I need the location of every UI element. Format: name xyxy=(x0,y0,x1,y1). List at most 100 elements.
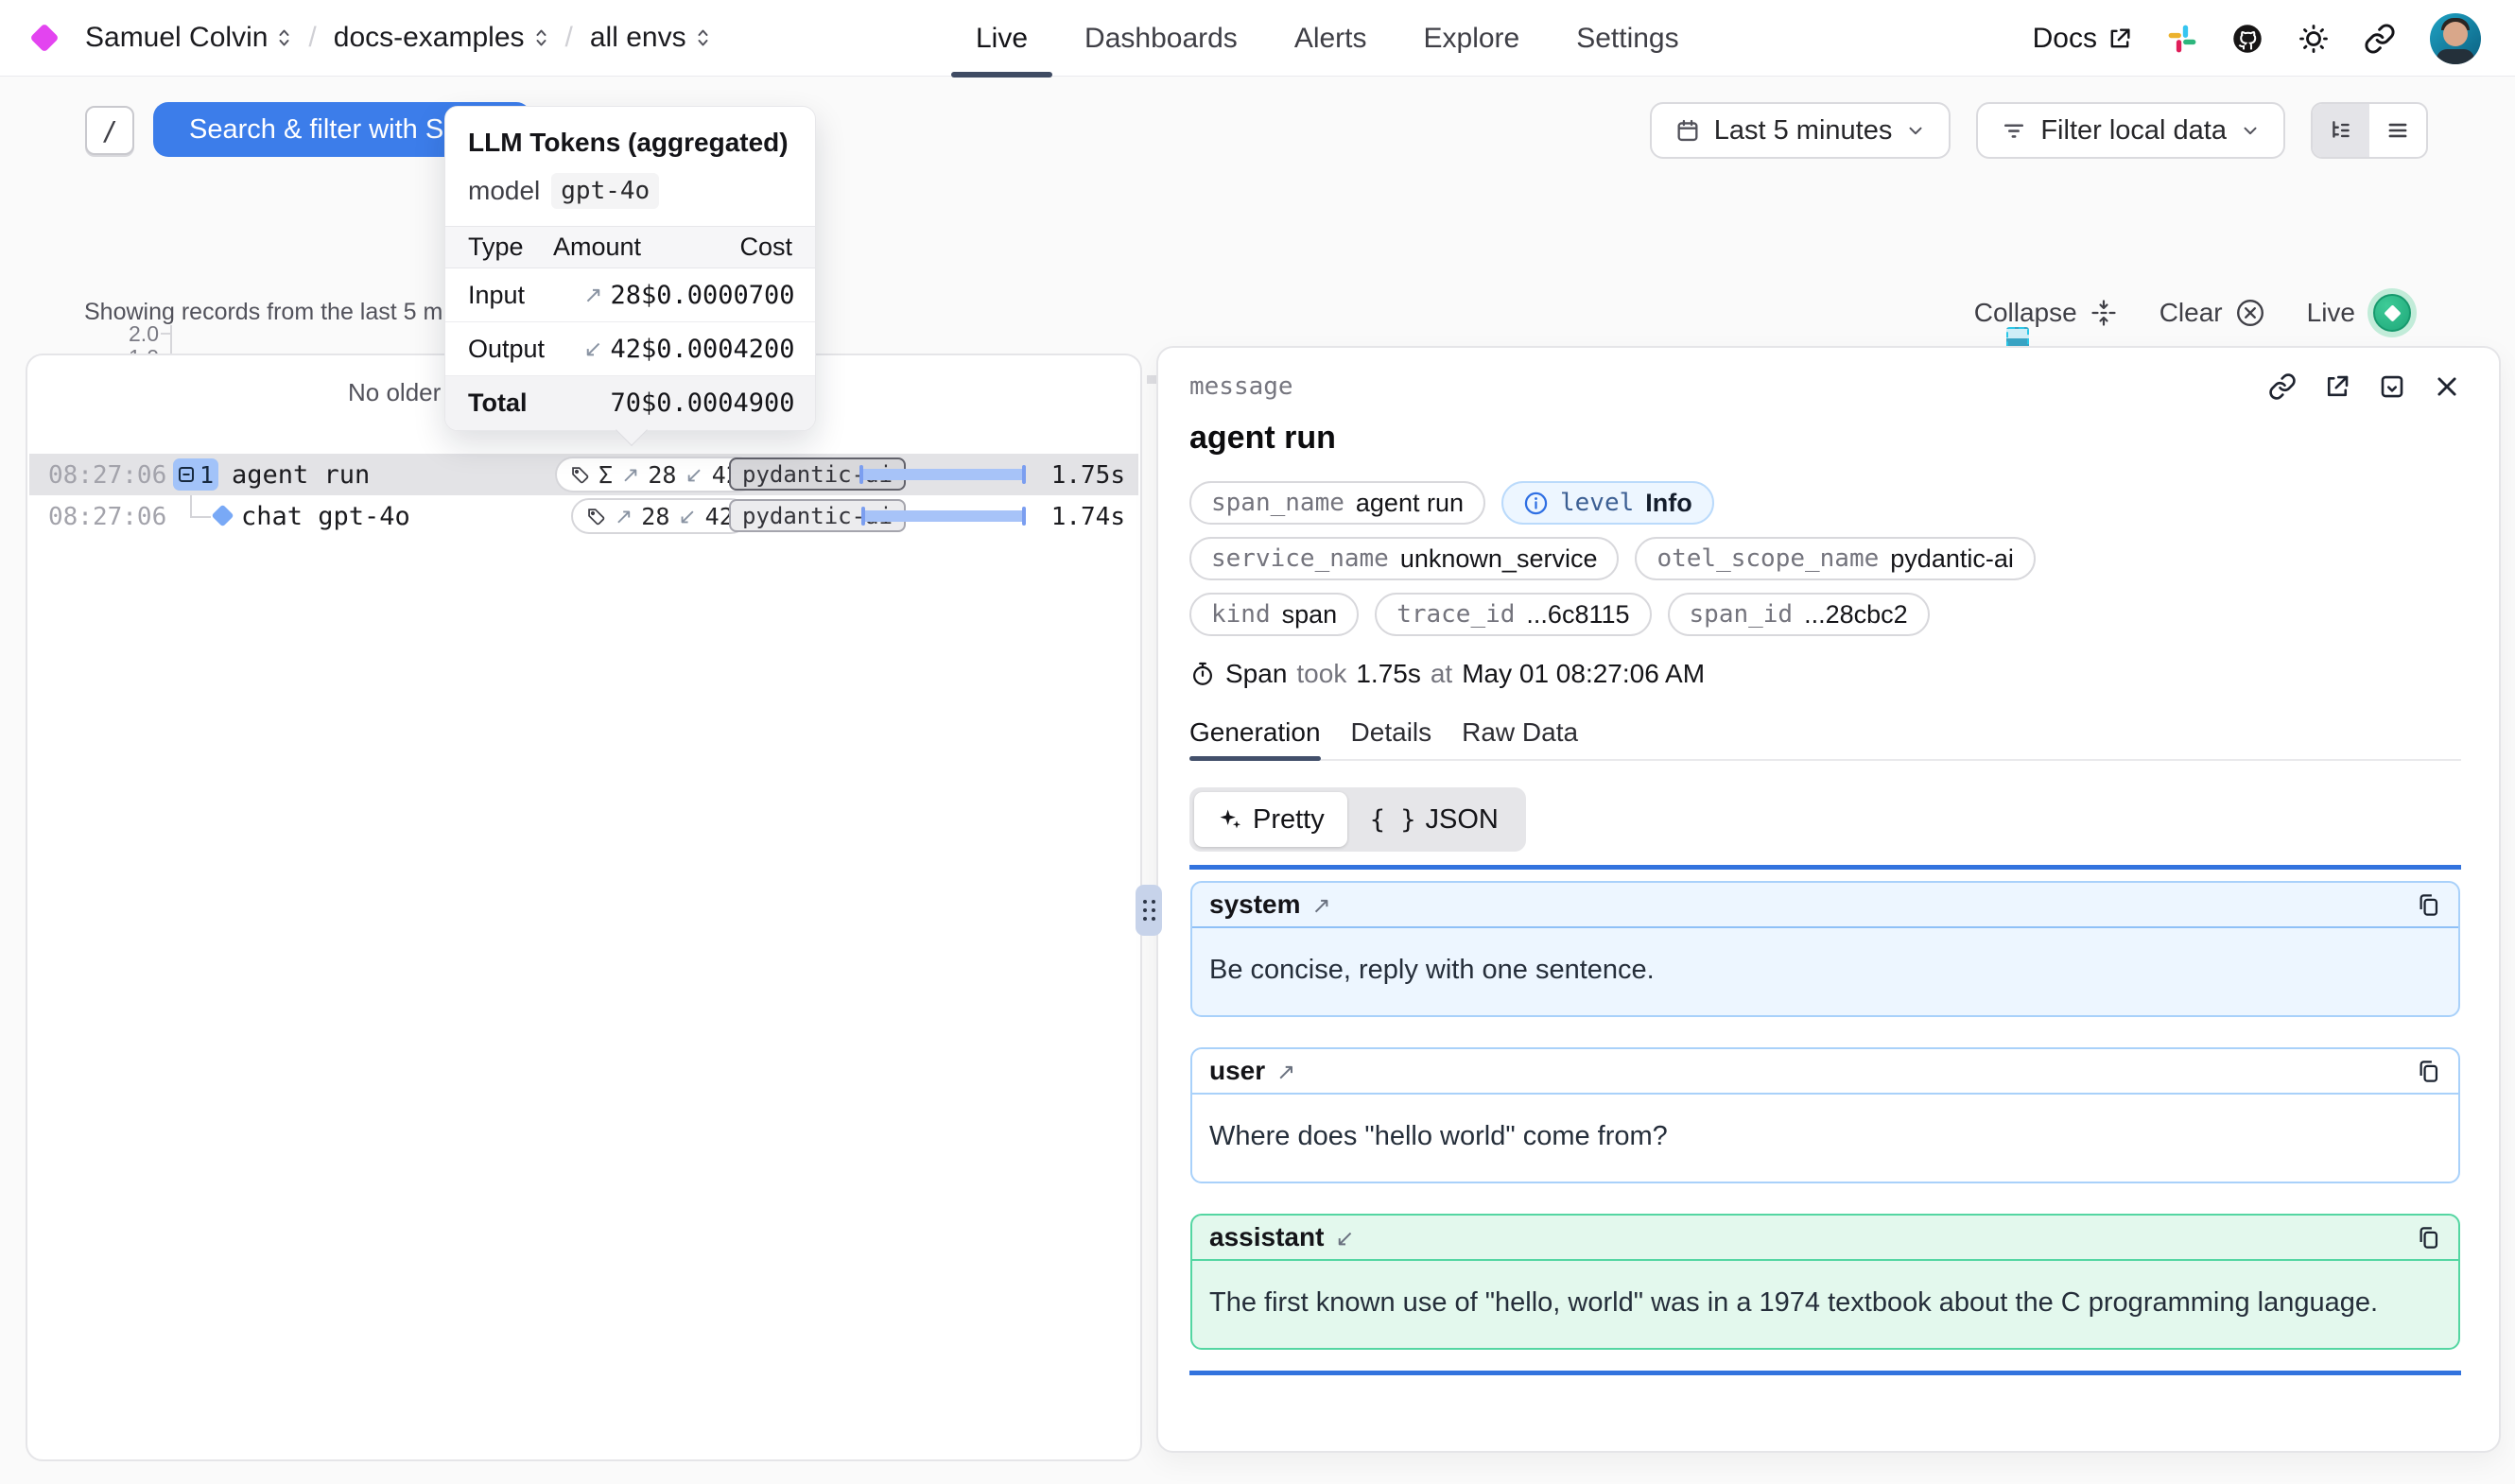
attr-span-name[interactable]: span_nameagent run xyxy=(1189,481,1485,525)
attribute-badges: span_nameagent run levelInfo service_nam… xyxy=(1189,481,2461,636)
docs-label: Docs xyxy=(2033,23,2097,55)
span-name: chat gpt-4o xyxy=(241,502,410,531)
link-icon xyxy=(2364,23,2396,55)
copy-icon xyxy=(2416,1059,2441,1084)
clear-label: Clear xyxy=(2159,298,2223,328)
copy-icon xyxy=(2416,892,2441,918)
output-arrow-icon: ↙ xyxy=(685,462,702,488)
close-panel-button[interactable] xyxy=(2433,372,2461,401)
panel-resize-grip[interactable] xyxy=(1136,885,1162,936)
trace-time: 08:27:06 xyxy=(48,461,166,490)
open-in-new-button[interactable] xyxy=(2323,372,2351,401)
breadcrumb-project[interactable]: docs-examples xyxy=(334,22,548,54)
no-older-text: No older xyxy=(348,378,441,407)
tab-live[interactable]: Live xyxy=(976,0,1028,77)
trace-row-chat-gpt4o[interactable]: 08:27:06 chat gpt-4o ↗28 ↙42 pydantic-ai… xyxy=(29,495,1138,537)
tab-settings[interactable]: Settings xyxy=(1576,0,1678,77)
env-name: all envs xyxy=(590,22,686,54)
docs-link[interactable]: Docs xyxy=(2033,23,2133,55)
breadcrumb-separator: / xyxy=(308,22,316,54)
info-icon xyxy=(1523,491,1549,516)
tab-explore[interactable]: Explore xyxy=(1424,0,1520,77)
showing-records-text: Showing records from the last 5 minutes xyxy=(84,299,506,326)
detail-tabs: Generation Details Raw Data xyxy=(1189,717,2461,761)
toolbar-right: Last 5 minutes Filter local data xyxy=(1650,102,2428,159)
message-text: Where does "hello world" come from? xyxy=(1192,1095,2458,1182)
time-range-dropdown[interactable]: Last 5 minutes xyxy=(1650,102,1951,159)
toolbar: / Search & filter with SQL Last 5 minute… xyxy=(0,102,2515,159)
message-card-system: system↗ Be concise, reply with one sente… xyxy=(1190,881,2460,1017)
messages-scroll-area[interactable]: system↗ Be concise, reply with one sente… xyxy=(1189,865,2461,1375)
attr-trace-id[interactable]: trace_id...6c8115 xyxy=(1375,593,1651,636)
detail-panel-actions xyxy=(2268,372,2461,401)
json-toggle[interactable]: { } JSON xyxy=(1347,792,1521,847)
tab-alerts[interactable]: Alerts xyxy=(1294,0,1367,77)
avatar-face xyxy=(2443,22,2468,46)
main-nav: Live Dashboards Alerts Explore Settings xyxy=(976,0,1679,77)
copy-message-button[interactable] xyxy=(2416,892,2441,918)
message-card-assistant: assistant↙ The first known use of "hello… xyxy=(1190,1214,2460,1350)
collapse-children-badge[interactable]: 1 xyxy=(173,458,218,491)
tooltip-model-row: model gpt-4o xyxy=(468,173,792,209)
token-usage-pill: ↗28 ↙42 xyxy=(571,498,749,534)
attr-span-id[interactable]: span_id...28cbc2 xyxy=(1668,593,1930,636)
pretty-toggle[interactable]: Pretty xyxy=(1194,792,1347,847)
avatar-shoulders xyxy=(2437,49,2474,64)
trace-row-agent-run[interactable]: 08:27:06 1 agent run Σ ↗28 ↙42 pydantic-… xyxy=(29,454,1138,495)
live-button[interactable] xyxy=(2368,288,2417,337)
tab-details[interactable]: Details xyxy=(1351,717,1432,759)
theme-toggle-button[interactable] xyxy=(2298,23,2330,55)
status-actions: Collapse Clear Live xyxy=(1974,293,2417,333)
dock-panel-button[interactable] xyxy=(2378,372,2406,401)
tokens-table-header: Type Amount Cost xyxy=(445,227,815,268)
stopwatch-icon xyxy=(1189,661,1216,687)
tab-dashboards[interactable]: Dashboards xyxy=(1084,0,1238,77)
span-title: agent run xyxy=(1189,420,2461,457)
sort-chevrons-icon xyxy=(696,26,710,49)
span-name: agent run xyxy=(232,460,370,490)
message-card-user: user↗ Where does "hello world" come from… xyxy=(1190,1047,2460,1183)
tab-generation[interactable]: Generation xyxy=(1189,717,1321,759)
user-avatar[interactable] xyxy=(2430,13,2481,64)
tag-icon xyxy=(570,465,590,485)
span-detail-panel: message agent run span_namea xyxy=(1156,346,2501,1453)
copy-message-button[interactable] xyxy=(2416,1225,2441,1251)
tokens-row-output: Output ↙42 $0.0004200 xyxy=(445,322,815,376)
input-arrow-icon: ↗ xyxy=(615,504,633,529)
sparkles-icon xyxy=(1217,806,1243,833)
filter-local-label: Filter local data xyxy=(2040,115,2227,147)
output-arrow-icon: ↙ xyxy=(678,504,696,529)
attr-otel-scope-name[interactable]: otel_scope_namepydantic-ai xyxy=(1635,537,2035,580)
copy-icon xyxy=(2416,1225,2441,1251)
tree-view-button[interactable] xyxy=(2313,104,2369,157)
slack-button[interactable] xyxy=(2167,24,2197,54)
attr-level[interactable]: levelInfo xyxy=(1501,481,1714,525)
list-view-button[interactable] xyxy=(2369,104,2426,157)
tree-connector xyxy=(190,516,211,518)
breadcrumb-env[interactable]: all envs xyxy=(590,22,710,54)
tab-raw-data[interactable]: Raw Data xyxy=(1462,717,1578,759)
breadcrumb-org[interactable]: Samuel Colvin xyxy=(85,22,291,54)
tree-view-icon xyxy=(2329,118,2353,143)
collapse-button[interactable]: Collapse xyxy=(1974,298,2118,328)
clear-button[interactable]: Clear xyxy=(2159,298,2265,328)
collapse-label: Collapse xyxy=(1974,298,2077,328)
filter-lines-icon xyxy=(2001,117,2027,144)
link-icon xyxy=(2268,372,2297,401)
github-button[interactable] xyxy=(2231,23,2264,55)
external-link-icon xyxy=(2323,372,2351,401)
sun-icon xyxy=(2298,23,2330,55)
filter-local-dropdown[interactable]: Filter local data xyxy=(1976,102,2285,159)
copy-link-button[interactable] xyxy=(2268,372,2297,401)
breadcrumb-separator: / xyxy=(565,22,573,54)
sigma-icon: Σ xyxy=(598,461,613,489)
chevron-down-icon xyxy=(2240,120,2261,141)
duration-bar xyxy=(862,510,1025,522)
dock-bottom-icon xyxy=(2378,372,2406,401)
attr-kind[interactable]: kindspan xyxy=(1189,593,1359,636)
attr-service-name[interactable]: service_nameunknown_service xyxy=(1189,537,1619,580)
share-link-button[interactable] xyxy=(2364,23,2396,55)
copy-message-button[interactable] xyxy=(2416,1059,2441,1084)
token-usage-pill: Σ ↗28 ↙42 xyxy=(555,457,755,492)
project-name: docs-examples xyxy=(334,22,525,54)
